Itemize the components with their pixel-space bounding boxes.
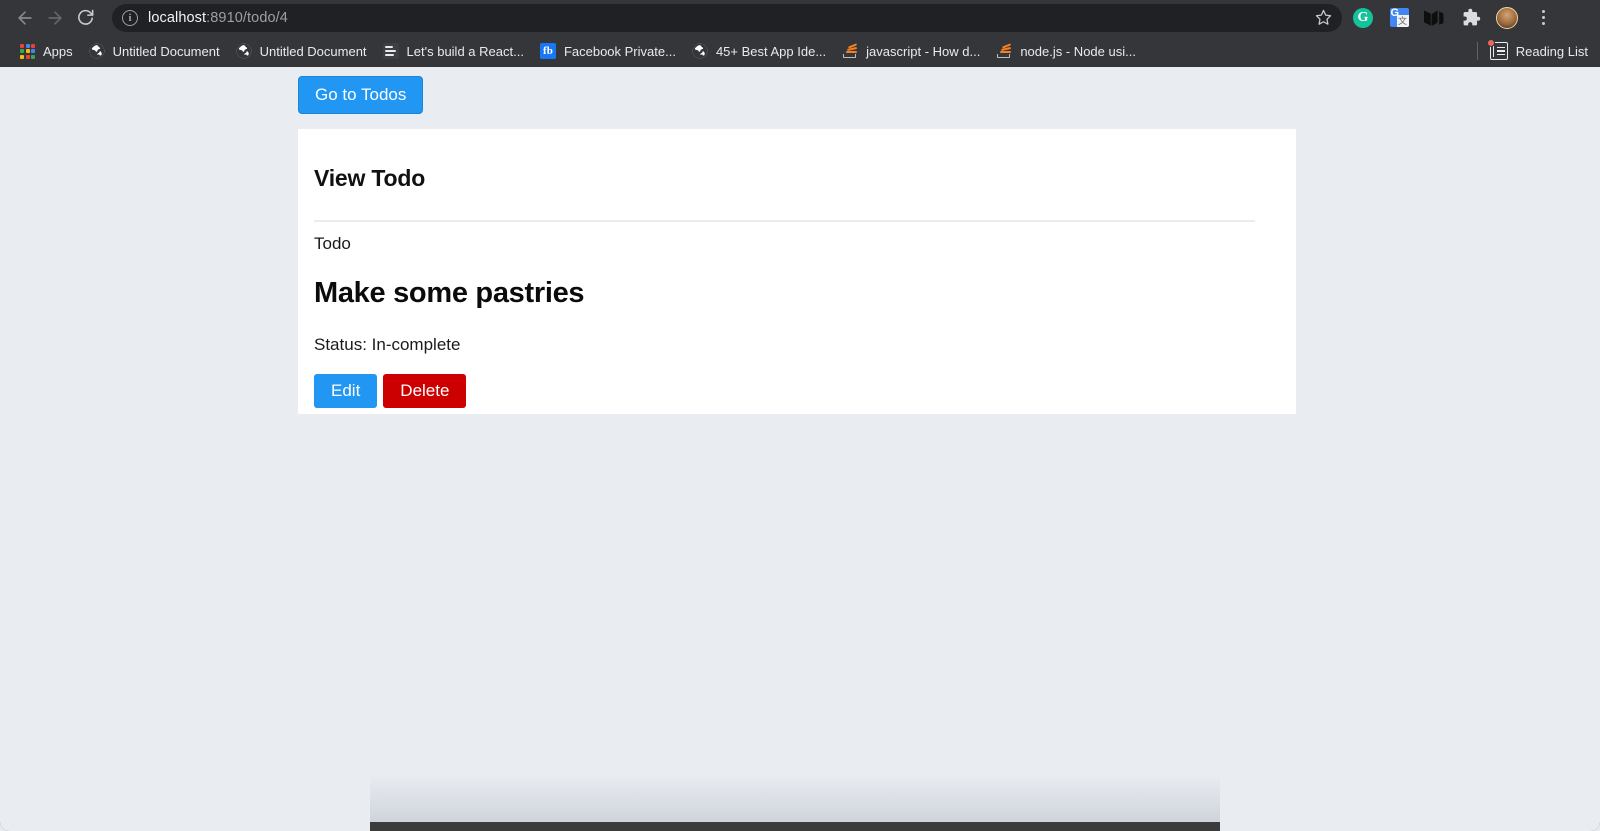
site-info-glyph: i xyxy=(128,11,132,24)
globe-icon xyxy=(89,43,104,59)
extensions-puzzle-icon[interactable] xyxy=(1458,5,1484,31)
bookmark-label: Facebook Private... xyxy=(563,43,676,59)
go-to-todos-button[interactable]: Go to Todos xyxy=(298,76,424,114)
dock-blur-overlay xyxy=(370,775,1220,825)
status-text: Status: In-complete xyxy=(314,335,461,354)
url-host: localhost xyxy=(148,9,207,26)
chrome-menu-icon[interactable] xyxy=(1530,5,1556,31)
globe-icon xyxy=(236,43,251,59)
bookmark-lets-build-a-react[interactable]: Let's build a React... xyxy=(375,39,532,63)
back-button[interactable] xyxy=(10,3,40,33)
reload-button[interactable] xyxy=(70,3,100,33)
card-divider xyxy=(314,220,1255,222)
bookmark-javascript-how-do[interactable]: javascript - How d... xyxy=(834,39,988,63)
reading-list-icon xyxy=(1486,39,1508,60)
bookmark-label: Apps xyxy=(43,43,73,59)
todo-actions: Edit Delete xyxy=(314,374,1254,408)
bookmarks-bar: Apps Untitled Document Untitled Document… xyxy=(0,35,1600,67)
apps-grid-icon xyxy=(20,43,35,59)
medium-glyph xyxy=(1424,9,1444,26)
page-viewport: Go to Todos View Todo Todo Make some pas… xyxy=(0,67,1600,831)
bookmark-label: 45+ Best App Ide... xyxy=(715,43,827,59)
browser-toolbar: i localhost:8910/todo/4 G xyxy=(0,0,1600,35)
page-title: View Todo xyxy=(314,165,426,191)
stackoverflow-icon xyxy=(842,43,858,59)
medium-extension-icon[interactable] xyxy=(1422,5,1448,31)
bookmark-nodejs-node-using[interactable]: node.js - Node usi... xyxy=(988,39,1144,63)
bookmarks-divider xyxy=(1476,42,1478,60)
grammarly-glyph: G xyxy=(1353,7,1373,28)
profile-avatar[interactable] xyxy=(1494,5,1520,31)
bookmark-untitled-document-2[interactable]: Untitled Document xyxy=(228,39,375,63)
kebab-glyph xyxy=(1541,10,1545,25)
google-translate-icon[interactable] xyxy=(1386,5,1412,31)
bookmark-apps[interactable]: Apps xyxy=(12,39,81,63)
reading-list-label: Reading List xyxy=(1515,43,1588,59)
back-arrow-icon xyxy=(18,10,32,25)
delete-button[interactable]: Delete xyxy=(383,374,467,408)
stackoverflow-icon xyxy=(996,43,1012,59)
star-glyph xyxy=(1315,9,1331,25)
bookmark-45-best-app-ideas[interactable]: 45+ Best App Ide... xyxy=(684,39,834,63)
edit-button[interactable]: Edit xyxy=(314,374,378,408)
google-translate-glyph xyxy=(1389,8,1409,27)
reading-list-badge xyxy=(1486,39,1495,47)
extension-icons: G xyxy=(1350,5,1556,31)
facebook-icon: fb xyxy=(539,43,556,59)
bookmark-label: javascript - How d... xyxy=(866,43,981,59)
site-info-icon[interactable]: i xyxy=(122,9,138,26)
forward-arrow-icon xyxy=(48,10,62,25)
grammarly-icon[interactable]: G xyxy=(1350,5,1376,31)
bookmark-label: Untitled Document xyxy=(259,43,367,59)
forward-button[interactable] xyxy=(40,3,70,33)
bookmark-untitled-document-1[interactable]: Untitled Document xyxy=(81,39,228,63)
content-container: Go to Todos View Todo Todo Make some pas… xyxy=(298,67,1296,414)
browser-window: i localhost:8910/todo/4 G G 文 Apps Untit… xyxy=(0,0,1600,831)
avatar-image xyxy=(1496,6,1518,29)
puzzle-glyph xyxy=(1463,8,1480,26)
url-text: localhost:8910/todo/4 xyxy=(148,10,288,26)
bookmark-label: Untitled Document xyxy=(112,43,220,59)
lines-icon xyxy=(382,43,399,59)
address-bar[interactable]: i localhost:8910/todo/4 xyxy=(112,3,1342,32)
globe-icon xyxy=(692,43,708,59)
reload-icon xyxy=(77,9,93,25)
reading-list-button[interactable]: Reading List xyxy=(1476,39,1588,60)
bookmark-label: node.js - Node usi... xyxy=(1020,43,1136,59)
bookmark-star-icon[interactable] xyxy=(1312,7,1334,29)
bookmark-label: Let's build a React... xyxy=(406,43,524,59)
todo-title: Make some pastries xyxy=(314,277,585,309)
view-todo-card: View Todo Todo Make some pastries Status… xyxy=(298,129,1296,414)
url-path: :8910/todo/4 xyxy=(206,9,288,26)
todo-field-label: Todo xyxy=(314,234,351,253)
bookmark-facebook-private[interactable]: fb Facebook Private... xyxy=(532,39,684,63)
